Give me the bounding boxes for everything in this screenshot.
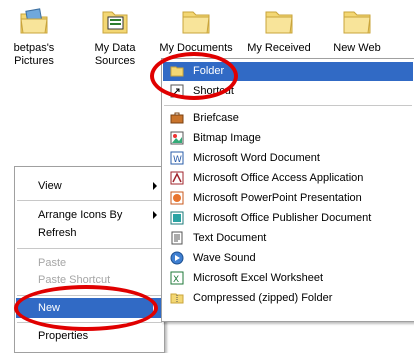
submenu-item-label: Microsoft Office Access Application <box>193 172 364 184</box>
folder-icon <box>265 11 293 34</box>
icon-label: My Received <box>247 42 311 54</box>
text-document-icon <box>171 231 183 245</box>
svg-text:W: W <box>173 155 182 165</box>
submenu-item-label: Briefcase <box>193 112 239 124</box>
submenu-item-label: Text Document <box>193 232 267 244</box>
excel-icon: X <box>170 271 184 285</box>
submenu-item-text-document[interactable]: Text Document <box>163 229 413 248</box>
submenu-arrow-icon <box>153 182 157 190</box>
icon-label-line1: betpas's <box>13 42 55 54</box>
menu-separator <box>164 105 412 106</box>
icon-label-line2: Pictures <box>14 55 54 67</box>
desktop-icon-my-received[interactable]: My Received <box>239 6 319 55</box>
submenu-item-word-document[interactable]: W Microsoft Word Document <box>163 149 413 168</box>
pictures-folder-icon <box>20 8 48 34</box>
submenu-item-label: Bitmap Image <box>193 132 261 144</box>
desktop-icon-new-web[interactable]: New Web <box>317 6 397 55</box>
data-sources-icon <box>102 11 128 34</box>
menu-item-refresh[interactable]: Refresh <box>16 223 163 243</box>
menu-separator <box>17 248 162 249</box>
svg-text:X: X <box>173 275 179 285</box>
desktop-icon-betpas-pictures[interactable]: betpas's Pictures <box>0 6 74 68</box>
submenu-item-wave-sound[interactable]: Wave Sound <box>163 249 413 268</box>
submenu-item-label: Microsoft Office Publisher Document <box>193 212 372 224</box>
folder-icon <box>343 11 371 34</box>
submenu-item-compressed-folder[interactable]: Compressed (zipped) Folder <box>163 289 413 308</box>
zip-folder-icon <box>170 293 184 304</box>
submenu-item-label: Microsoft Word Document <box>193 152 320 164</box>
menu-item-label: Arrange Icons By <box>38 209 123 221</box>
submenu-item-label: Compressed (zipped) Folder <box>193 292 333 304</box>
publisher-icon <box>170 211 184 225</box>
briefcase-icon <box>170 112 184 124</box>
submenu-arrow-icon <box>153 211 157 219</box>
desktop[interactable]: betpas's Pictures My Data Sources My Doc… <box>0 0 414 353</box>
menu-item-view[interactable]: View <box>16 176 163 196</box>
desktop-icon-my-data-sources[interactable]: My Data Sources <box>75 6 155 68</box>
submenu-item-access-application[interactable]: Microsoft Office Access Application <box>163 169 413 188</box>
wave-sound-icon <box>170 251 184 265</box>
submenu-item-label: Microsoft Excel Worksheet <box>193 272 324 284</box>
bitmap-icon <box>170 131 184 145</box>
menu-item-label: Paste <box>38 257 67 269</box>
icon-label-line2: Sources <box>94 55 136 67</box>
submenu-item-label: Microsoft PowerPoint Presentation <box>193 192 362 204</box>
word-icon: W <box>170 151 184 165</box>
menu-item-label: View <box>38 180 62 192</box>
submenu-item-label: Wave Sound <box>193 252 256 264</box>
submenu-item-bitmap-image[interactable]: Bitmap Image <box>163 129 413 148</box>
menu-item-label: Properties <box>38 330 89 342</box>
folder-icon <box>182 11 210 34</box>
submenu-item-powerpoint-presentation[interactable]: Microsoft PowerPoint Presentation <box>163 189 413 208</box>
icon-label-line1: My Data <box>94 42 136 54</box>
menu-separator <box>17 200 162 201</box>
annotation-ring-folder <box>150 52 238 100</box>
menu-item-label: Paste Shortcut <box>38 274 111 286</box>
submenu-item-briefcase[interactable]: Briefcase <box>163 109 413 128</box>
menu-item-label: Refresh <box>38 227 77 239</box>
desktop-icon-my-documents[interactable]: My Documents <box>156 6 236 55</box>
annotation-ring-new <box>14 285 158 331</box>
submenu-item-excel-worksheet[interactable]: X Microsoft Excel Worksheet <box>163 269 413 288</box>
access-icon <box>170 171 184 185</box>
menu-item-arrange-icons-by[interactable]: Arrange Icons By <box>16 205 163 225</box>
icon-label: New Web <box>333 42 381 54</box>
submenu-item-publisher-document[interactable]: Microsoft Office Publisher Document <box>163 209 413 228</box>
powerpoint-icon <box>170 191 184 205</box>
